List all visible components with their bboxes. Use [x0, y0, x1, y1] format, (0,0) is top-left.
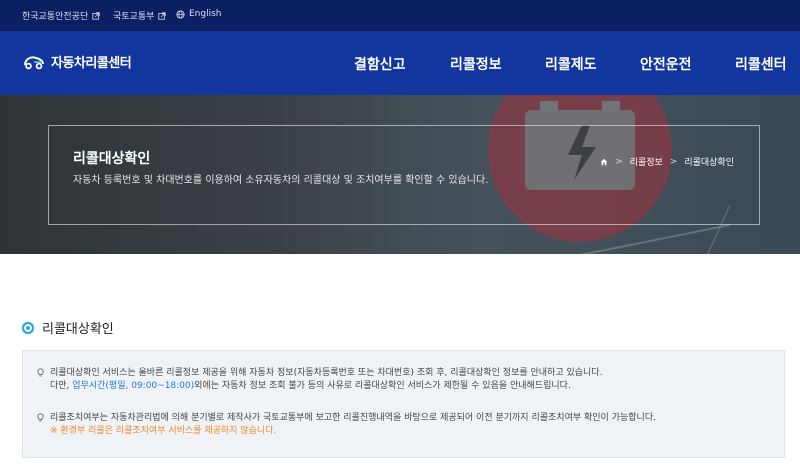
util-link-label: English [189, 9, 222, 19]
util-link-english[interactable]: English [176, 9, 222, 19]
notice-item: 리콜조치여부는 자동차관리법에 의해 분기별로 제작사가 국토교통부에 보고한 … [37, 412, 656, 438]
external-link-icon [158, 11, 167, 20]
section-heading: 리콜대상확인 [22, 318, 114, 337]
notice-item: 리콜대상확인 서비스는 올바른 리콜정보 제공을 위해 자동차 정보(자동차등록… [37, 367, 602, 393]
globe-icon [176, 9, 185, 19]
notice-text-prefix: 다만, [50, 381, 73, 391]
car-logo-icon [24, 55, 44, 69]
breadcrumb-separator: > [669, 156, 678, 167]
breadcrumb-separator: > [615, 156, 623, 167]
breadcrumb-item-current: 리콜대상확인 [684, 158, 734, 168]
util-link-label: 한국교통안전공단 [22, 12, 89, 22]
nav-safe-driving[interactable]: 안전운전 [640, 54, 692, 74]
page-title: 리콜대상확인 [73, 151, 151, 167]
home-icon[interactable] [600, 158, 608, 166]
external-link-icon [92, 11, 100, 20]
nav-recall-info[interactable]: 리콜정보 [450, 54, 502, 74]
business-hours-link[interactable]: 업무시간(평일, 09:00~18:00) [72, 381, 194, 391]
util-link-kotsa[interactable]: 한국교통안전공단 [22, 9, 100, 22]
notice-text-suffix: 외에는 자동차 정보 조회 불가 등의 사유로 리콜대상확인 서비스가 제한될 … [194, 381, 571, 391]
section-title: 리콜대상확인 [42, 322, 114, 337]
site-logo[interactable]: 자동차리콜센터 [22, 52, 132, 71]
main-header: 자동차리콜센터 결함신고 리콜정보 리콜제도 안전운전 리콜센터 [0, 31, 800, 95]
lightbulb-icon [37, 413, 44, 422]
logo-text: 자동차리콜센터 [51, 56, 132, 71]
notice-text: 리콜조치여부는 자동차관리법에 의해 분기별로 제작사가 국토교통부에 보고한 … [50, 413, 656, 423]
notice-box: 리콜대상확인 서비스는 올바른 리콜정보 제공을 위해 자동차 정보(자동차등록… [22, 350, 785, 458]
nav-recall-center[interactable]: 리콜센터 [735, 54, 787, 74]
util-link-molit[interactable]: 국토교통부 [113, 9, 167, 22]
notice-warning: ※ 환경부 리콜은 리콜조치여부 서비스를 제공하지 않습니다. [50, 426, 277, 436]
breadcrumb-item-recall-info[interactable]: 리콜정보 [630, 155, 663, 168]
breadcrumb: > 리콜정보 > 리콜대상확인 [600, 155, 734, 168]
page-description: 자동차 등록번호 및 차대번호를 이용하여 소유자동차의 리콜대상 및 조치여부… [73, 175, 489, 186]
notice-text: 다만, 업무시간(평일, 09:00~18:00)외에는 자동차 정보 조회 불… [50, 380, 602, 393]
util-link-label: 국토교통부 [113, 12, 155, 22]
page-banner: 리콜대상확인 자동차 등록번호 및 차대번호를 이용하여 소유자동차의 리콜대상… [0, 95, 800, 254]
banner-frame: 리콜대상확인 자동차 등록번호 및 차대번호를 이용하여 소유자동차의 리콜대상… [48, 125, 760, 225]
nav-defect-report[interactable]: 결함신고 [354, 54, 406, 74]
nav-recall-system[interactable]: 리콜제도 [545, 54, 597, 74]
utility-bar: 한국교통안전공단 국토교통부 English [0, 0, 800, 31]
circle-bullet-icon [22, 321, 34, 334]
notice-text: 리콜대상확인 서비스는 올바른 리콜정보 제공을 위해 자동차 정보(자동차등록… [50, 368, 603, 378]
lightbulb-icon [37, 368, 44, 377]
